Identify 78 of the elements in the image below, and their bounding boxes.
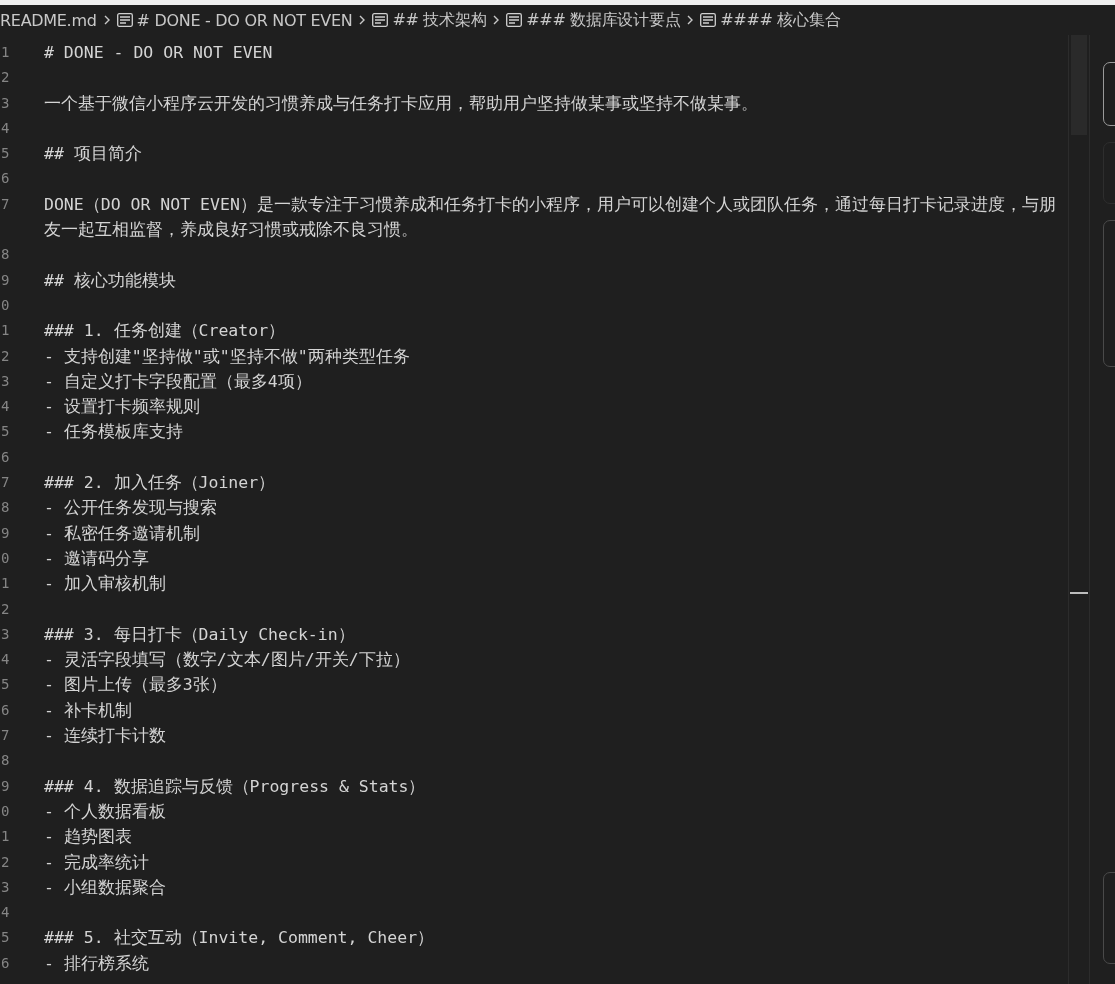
code-line: - 排行榜系统	[44, 952, 150, 975]
chevron-icon	[102, 14, 111, 26]
chevron-icon	[686, 14, 695, 26]
code-line: DONE（DO OR NOT EVEN）是一款专注于习惯养成和任务打卡的小程序，用户可以创建个人或团队任务，通过每日打卡记录进度，与朋友一起互相监督，养成良好习惯或戒除不良习惯。	[44, 193, 1057, 242]
breadcrumb-item[interactable]: # DONE - DO OR NOT EVEN	[116, 10, 353, 30]
code-line: 一个基于微信小程序云开发的习惯养成与任务打卡应用，帮助用户坚持做某事或坚持不做某事。	[44, 92, 759, 115]
line-number: 6	[0, 700, 11, 720]
line-number: 1	[0, 321, 11, 341]
line-number: 2	[0, 346, 11, 366]
line-number: 0	[0, 295, 11, 315]
chevron-icon	[358, 14, 367, 26]
line-number: 8	[0, 245, 11, 265]
code-line: - 补卡机制	[44, 699, 133, 722]
code-line: - 连续打卡计数	[44, 725, 167, 747]
breadcrumb-item[interactable]: ### 数据库设计要点	[506, 9, 681, 31]
text-symbol-icon	[372, 13, 389, 27]
line-number: 8	[0, 751, 11, 771]
line-number: 7	[0, 473, 11, 493]
code-line: ### 5. 社交互动（Invite, Comment, Cheer）	[44, 927, 436, 950]
code-line: - 个人数据看板	[44, 800, 167, 823]
chevron-icon	[492, 14, 501, 26]
line-number: 4	[0, 397, 11, 417]
line-number: 0	[0, 548, 11, 568]
line-number: 9	[0, 776, 11, 796]
code-line: ### 1. 任务创建（Creator）	[44, 320, 287, 343]
code-line: # DONE - DO OR NOT EVEN	[44, 42, 274, 64]
line-number: 1	[0, 43, 11, 62]
code-line: - 小组数据聚合	[44, 876, 167, 899]
line-number: 5	[0, 144, 11, 164]
line-number: 8	[0, 498, 11, 518]
scrollbar[interactable]	[1068, 35, 1090, 984]
line-number: 0	[0, 801, 11, 821]
code-line: - 支持创建"坚持做"或"坚持不做"两种类型任务	[44, 345, 411, 368]
line-number: 2	[0, 852, 11, 872]
line-number: 2	[0, 599, 11, 619]
line-number: 7	[0, 194, 11, 214]
line-number: 7	[0, 726, 11, 745]
code-line: - 加入审核机制	[44, 573, 167, 596]
breadcrumb-item[interactable]: ## 技术架构	[372, 9, 487, 31]
line-number: 3	[0, 877, 11, 897]
line-number: 5	[0, 928, 11, 948]
text-symbol-icon	[700, 13, 717, 27]
line-number: 4	[0, 118, 11, 138]
text-symbol-icon	[506, 13, 523, 27]
code-line: ### 3. 每日打卡（Daily Check-in）	[44, 623, 356, 646]
code-line: - 灵活字段填写（数字/文本/图片/开关/下拉）	[44, 649, 411, 672]
line-number: 5	[0, 675, 11, 695]
line-number: 6	[0, 953, 11, 973]
line-number: 3	[0, 624, 11, 644]
code-line: - 任务模板库支持	[44, 421, 184, 444]
line-number: 4	[0, 650, 11, 670]
code-line: - 私密任务邀请机制	[44, 522, 201, 545]
code-line: - 趋势图表	[44, 826, 133, 849]
line-number: 2	[0, 68, 11, 88]
line-number: 3	[0, 93, 11, 113]
code-line: - 邀请码分享	[44, 547, 150, 570]
code-line: ### 4. 数据追踪与反馈（Progress & Stats）	[44, 775, 427, 798]
line-number: 6	[0, 169, 11, 189]
text-symbol-icon	[116, 13, 133, 27]
line-number: 5	[0, 422, 11, 442]
code-line: ## 核心功能模块	[44, 269, 177, 292]
code-line: - 公开任务发现与搜索	[44, 497, 218, 520]
line-number: 1	[0, 827, 11, 847]
code-line: ## 项目简介	[44, 143, 143, 166]
line-number: 4	[0, 903, 11, 923]
code-line: - 完成率统计	[44, 851, 150, 874]
code-line: ### 2. 加入任务（Joiner）	[44, 472, 277, 495]
breadcrumb-item[interactable]: #### 核心集合	[700, 9, 841, 31]
line-number: 9	[0, 523, 11, 543]
code-line: - 设置打卡频率规则	[44, 396, 201, 419]
line-number: 1	[0, 574, 11, 594]
breadcrumb-item[interactable]: README.md	[0, 10, 97, 30]
line-number: 3	[0, 371, 11, 391]
code-line: - 自定义打卡字段配置（最多4项）	[44, 370, 313, 393]
scroll-marker	[1070, 592, 1088, 594]
code-line: - 图片上传（最多3张）	[44, 674, 228, 697]
line-number: 9	[0, 270, 11, 290]
line-number: 6	[0, 447, 11, 467]
